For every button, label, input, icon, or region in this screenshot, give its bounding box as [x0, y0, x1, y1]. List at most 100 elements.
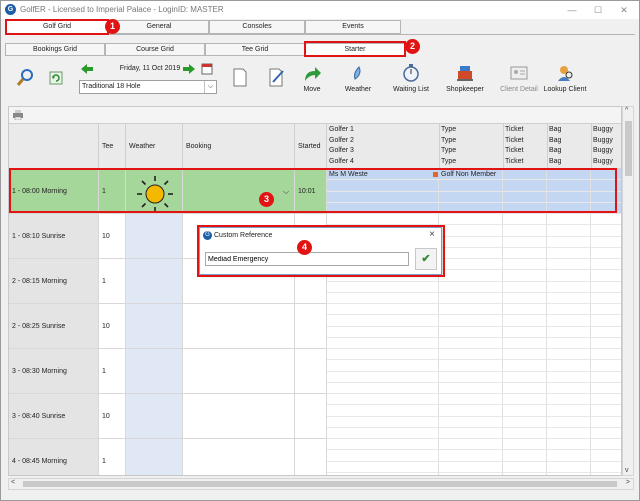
golfer-slot-cell[interactable] — [591, 372, 621, 383]
new-document-button[interactable] — [229, 67, 251, 90]
tee-number-cell[interactable]: 10 — [99, 304, 126, 349]
golfer-slot-cell[interactable] — [547, 450, 591, 462]
golfer-slot-cell[interactable] — [503, 439, 547, 451]
scroll-left-icon[interactable]: < — [11, 479, 15, 486]
scroll-up-icon[interactable]: ^ — [625, 107, 628, 114]
weather-cell[interactable] — [126, 439, 183, 475]
golfer-slot-cell[interactable] — [439, 450, 503, 462]
golfer-slot-cell[interactable] — [439, 405, 503, 417]
golfer-slot-cell[interactable] — [547, 337, 591, 349]
minimize-button[interactable]: — — [561, 3, 583, 17]
golfer-slot-cell[interactable] — [327, 394, 439, 406]
golfer-slot-cell[interactable] — [547, 427, 591, 439]
golfer-slot-cell[interactable] — [591, 338, 621, 349]
golfer-slot-cell[interactable] — [591, 349, 621, 361]
golfer-slot-cell[interactable] — [327, 416, 439, 428]
weather-cell[interactable] — [126, 214, 183, 259]
golfer-slot-cell[interactable] — [547, 439, 591, 451]
golfer-slot-cell[interactable] — [503, 270, 547, 282]
golfer-slot-cell[interactable] — [327, 315, 439, 327]
golfer-slot-cell[interactable] — [439, 281, 503, 293]
golfer-slot-cell[interactable] — [439, 304, 503, 316]
golfer-slot-cell[interactable] — [591, 304, 621, 316]
golfer-slot-cell[interactable] — [503, 326, 547, 338]
golfer-slot-cell[interactable] — [327, 292, 439, 304]
golfer-slot-cell[interactable] — [503, 360, 547, 372]
golfer-slot-cell[interactable] — [439, 214, 503, 226]
golfer-slot-cell[interactable] — [439, 259, 503, 271]
golfer-slot-cell[interactable] — [439, 349, 503, 361]
booking-cell[interactable] — [183, 349, 295, 394]
close-window-button[interactable]: ✕ — [613, 3, 635, 17]
golfer-slot-cell[interactable] — [547, 461, 591, 473]
tee-time-cell[interactable]: 1 - 08:10 Sunrise — [9, 214, 99, 259]
golfer-slot-cell[interactable] — [327, 472, 439, 475]
golfer-slot-cell[interactable] — [327, 382, 439, 394]
golfer-slot-cell[interactable] — [547, 360, 591, 372]
tab-tee-grid[interactable]: Tee Grid — [205, 43, 305, 56]
golfer-slot-cell[interactable] — [591, 248, 621, 259]
scroll-right-icon[interactable]: > — [626, 479, 630, 486]
weather-cell[interactable] — [126, 394, 183, 439]
golfer-slot-cell[interactable] — [503, 236, 547, 248]
golfer-slot-cell[interactable] — [503, 214, 547, 226]
golfer-slot-cell[interactable] — [439, 292, 503, 304]
golfer-slot-cell[interactable] — [439, 326, 503, 338]
golfer-slot-cell[interactable] — [439, 416, 503, 428]
weather-cell[interactable] — [126, 259, 183, 304]
weather-button[interactable]: Weather — [341, 63, 375, 93]
golfer-slot-cell[interactable] — [327, 304, 439, 316]
golfer-slot-cell[interactable] — [547, 304, 591, 316]
golfer-slot-cell[interactable] — [591, 450, 621, 462]
golfer-slot-cell[interactable] — [503, 304, 547, 316]
calendar-button[interactable] — [201, 62, 213, 75]
golfer-slot-cell[interactable] — [547, 394, 591, 406]
golfer-slot-cell[interactable] — [591, 417, 621, 428]
golfer-slot-cell[interactable] — [439, 247, 503, 259]
golfer-slot-cell[interactable] — [327, 461, 439, 473]
golfer-slot-cell[interactable] — [327, 427, 439, 439]
golfer-slot-cell[interactable] — [591, 259, 621, 271]
golfer-slot-cell[interactable] — [591, 214, 621, 226]
refresh-button[interactable] — [49, 71, 63, 88]
golfer-slot-cell[interactable] — [503, 382, 547, 394]
tee-number-cell[interactable]: 10 — [99, 214, 126, 259]
golfer-slot-cell[interactable] — [503, 461, 547, 473]
golfer-slot-cell[interactable] — [439, 382, 503, 394]
golfer-slot-cell[interactable] — [327, 337, 439, 349]
golfer-slot-cell[interactable] — [439, 472, 503, 475]
golfer-slot-cell[interactable] — [439, 236, 503, 248]
move-button[interactable]: Move — [298, 63, 326, 93]
golfer-slot-cell[interactable] — [327, 450, 439, 462]
golfer-slot-cell[interactable] — [439, 394, 503, 406]
tab-bookings-grid[interactable]: Bookings Grid — [5, 43, 105, 56]
tee-time-cell[interactable]: 4 - 08:45 Morning — [9, 439, 99, 475]
golfer-slot-cell[interactable] — [503, 416, 547, 428]
golfer-slot-cell[interactable] — [503, 281, 547, 293]
golfer-slot-cell[interactable] — [439, 360, 503, 372]
golfer-slot-cell[interactable] — [591, 315, 621, 327]
weather-cell[interactable] — [126, 304, 183, 349]
golfer-slot-cell[interactable] — [327, 326, 439, 338]
golfer-slot-cell[interactable] — [547, 405, 591, 417]
waiting-list-button[interactable]: Waiting List — [391, 63, 431, 93]
golfer-slot-cell[interactable] — [503, 427, 547, 439]
golfer-slot-cell[interactable] — [591, 394, 621, 406]
golfer-slot-cell[interactable] — [591, 327, 621, 338]
horizontal-scrollbar[interactable]: < > — [8, 478, 634, 490]
golfer-slot-cell[interactable] — [439, 337, 503, 349]
golfer-slot-cell[interactable] — [591, 360, 621, 372]
golfer-slot-cell[interactable] — [503, 247, 547, 259]
vertical-scroll-thumb[interactable] — [625, 121, 632, 176]
golfer-slot-cell[interactable] — [439, 427, 503, 439]
golfer-slot-cell[interactable] — [439, 315, 503, 327]
tee-number-cell[interactable]: 1 — [99, 439, 126, 475]
tab-consoles[interactable]: Consoles — [209, 20, 305, 34]
weather-cell[interactable] — [126, 349, 183, 394]
tee-time-cell[interactable]: 3 - 08:40 Sunrise — [9, 394, 99, 439]
golfer-slot-cell[interactable] — [327, 439, 439, 451]
golfer-slot-cell[interactable] — [591, 293, 621, 304]
scroll-down-icon[interactable]: v — [625, 467, 629, 474]
golfer-slot-cell[interactable] — [503, 315, 547, 327]
tee-time-cell[interactable]: 2 - 08:25 Sunrise — [9, 304, 99, 349]
